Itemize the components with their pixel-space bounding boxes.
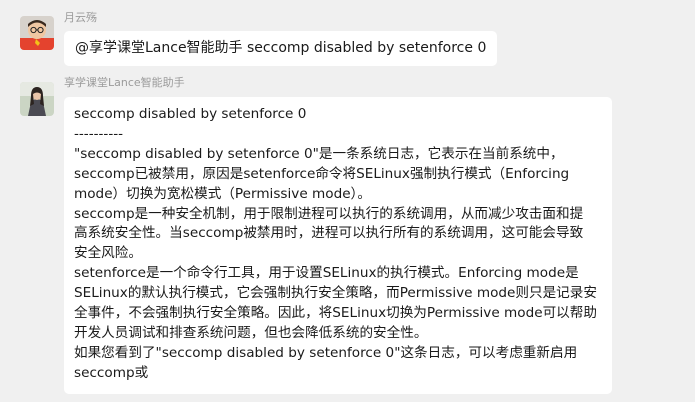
message-line: setenforce是一个命令行工具，用于设置SELinux的执行模式。Enfo…: [74, 265, 579, 282]
sender-name: 享学课堂Lance智能助手: [64, 76, 185, 89]
message-line: 高系统安全性。当seccomp被禁用时，进程可以执行所有的系统调用，这可能会导致: [74, 225, 584, 242]
message-line: 如果您看到了"seccomp disabled by setenforce 0"…: [74, 344, 578, 361]
message-line: ----------: [74, 125, 124, 142]
message-line: seccomp或: [74, 364, 149, 381]
message-line: seccomp disabled by setenforce 0: [74, 106, 307, 122]
message-line: 开发人员调试和排查系统问题，但也会降低系统的安全性。: [74, 324, 428, 341]
sender-name: 月云殇: [64, 11, 97, 24]
message-line: "seccomp disabled by setenforce 0"是一条系统日…: [74, 145, 564, 162]
message-line: 全事件，不会强制执行安全策略。因此，将SELinux切换为Permissive …: [74, 305, 597, 322]
message-text: @享学课堂Lance智能助手 seccomp disabled by seten…: [75, 40, 487, 56]
message-line: seccomp已被禁用，原因是setenforce命令将SELinux强制执行模…: [74, 165, 570, 182]
assistant-avatar[interactable]: [20, 82, 54, 116]
user-avatar[interactable]: [20, 16, 54, 50]
message-line: SELinux的默认执行模式，它会强制执行安全策略，而Permissive mo…: [74, 285, 597, 302]
message-line: 安全风险。: [74, 245, 142, 262]
message-bubble[interactable]: @享学课堂Lance智能助手 seccomp disabled by seten…: [64, 31, 498, 66]
message-bubble[interactable]: seccomp disabled by setenforce 0 -------…: [64, 97, 612, 394]
message-line: seccomp是一种安全机制，用于限制进程可以执行的系统调用，从而减少攻击面和提: [74, 205, 584, 222]
message-line: mode）切换为宽松模式（Permissive mode）。: [74, 185, 371, 202]
